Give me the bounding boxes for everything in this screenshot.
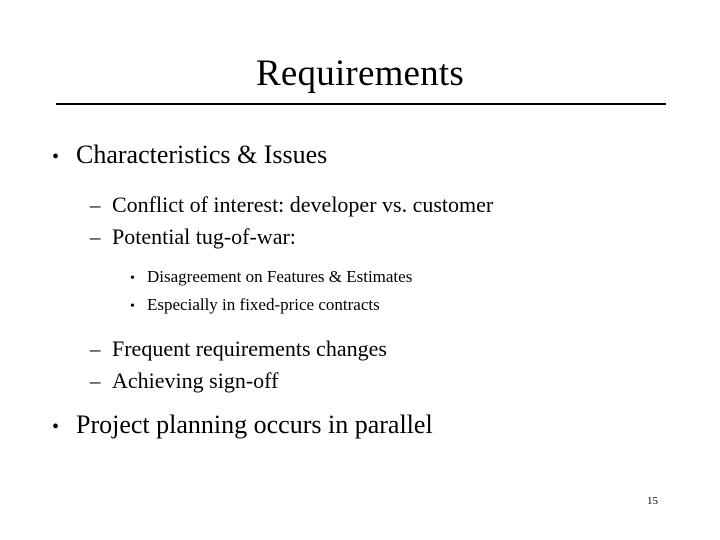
list-item: – Achieving sign-off (0, 366, 720, 396)
bullet-dash-icon: – (90, 337, 101, 361)
bullet-dot-icon: • (130, 299, 135, 314)
title-divider (56, 103, 666, 105)
list-item: • Project planning occurs in parallel (0, 408, 720, 444)
slide-body: • Characteristics & Issues – Conflict of… (0, 138, 720, 450)
slide-canvas: Requirements • Characteristics & Issues … (0, 0, 720, 540)
page-title: Requirements (256, 53, 464, 94)
list-item: • Characteristics & Issues (0, 138, 720, 174)
list-item-label: Achieving sign-off (112, 368, 279, 393)
bullet-dot-icon: • (52, 416, 60, 438)
list-item: • Disagreement on Features & Estimates (0, 264, 720, 291)
list-item: – Potential tug-of-war: (0, 222, 720, 252)
bullet-dot-icon: • (130, 271, 135, 286)
list-item-label: Project planning occurs in parallel (76, 410, 433, 439)
bullet-dash-icon: – (90, 225, 101, 249)
list-item-label: Frequent requirements changes (112, 336, 387, 361)
bullet-dash-icon: – (90, 193, 101, 217)
list-item-label: Disagreement on Features & Estimates (147, 267, 413, 286)
list-item-label: Characteristics & Issues (76, 140, 328, 169)
list-item: • Especially in fixed-price contracts (0, 292, 720, 319)
list-item: – Conflict of interest: developer vs. cu… (0, 190, 720, 220)
list-item: – Frequent requirements changes (0, 334, 720, 364)
list-item-label: Potential tug-of-war: (112, 224, 296, 249)
page-number: 15 (647, 495, 658, 507)
list-item-label: Especially in fixed-price contracts (147, 295, 380, 314)
bullet-dash-icon: – (90, 369, 101, 393)
bullet-dot-icon: • (52, 146, 60, 168)
list-item-label: Conflict of interest: developer vs. cust… (112, 192, 494, 217)
slide-title-area: Requirements (0, 52, 720, 96)
